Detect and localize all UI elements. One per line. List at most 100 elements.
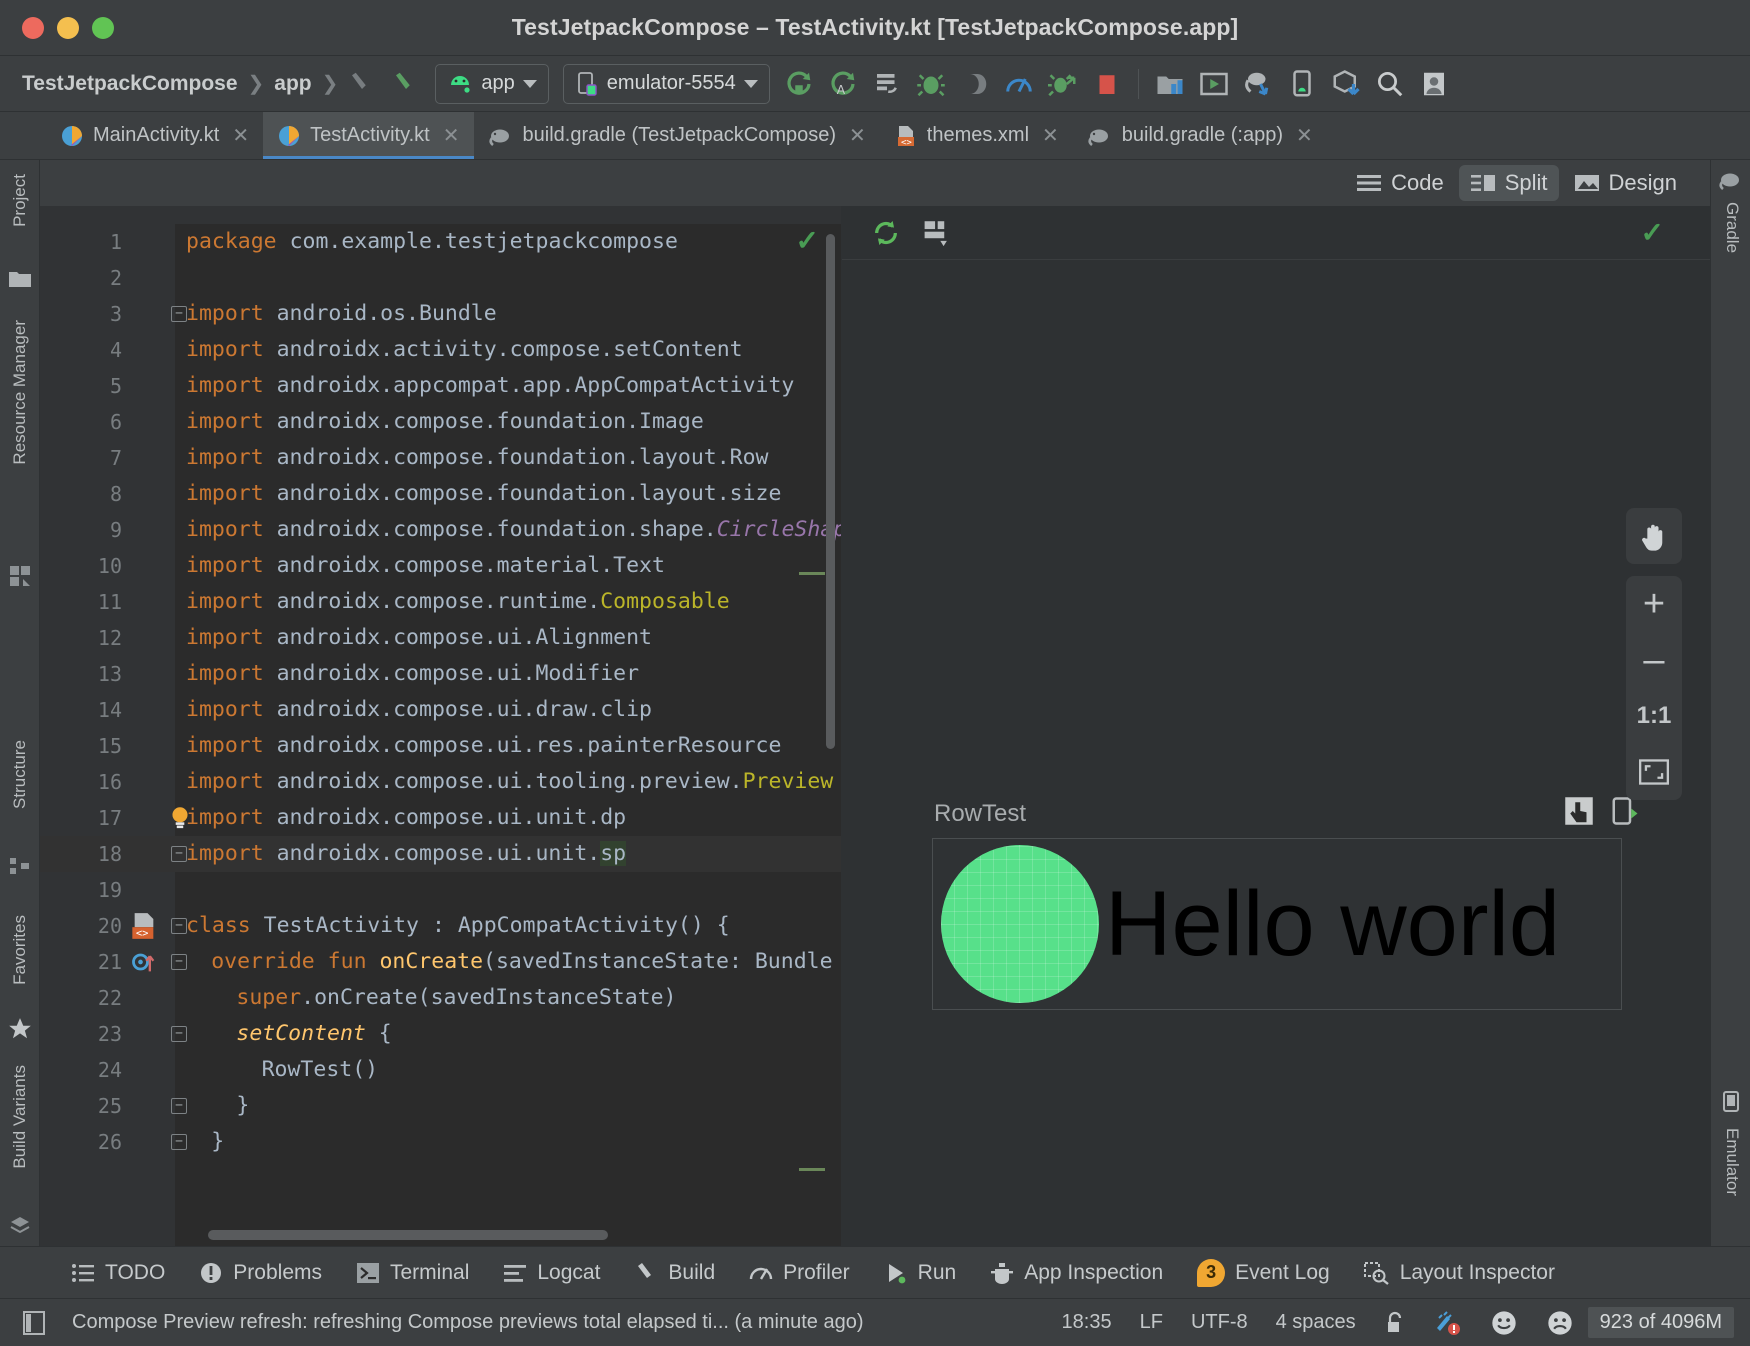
intention-bulb-icon[interactable]	[167, 804, 193, 832]
override-method-icon[interactable]	[130, 948, 158, 976]
debug-icon[interactable]	[911, 64, 951, 104]
zoom-out-icon[interactable]: –	[1626, 632, 1682, 688]
code-line[interactable]: 3 − import android.os.Bundle	[40, 296, 841, 332]
code-line[interactable]: 15 import androidx.compose.ui.res.painter…	[40, 728, 841, 764]
refresh-preview-icon[interactable]	[870, 217, 902, 249]
code-line[interactable]: 26 −}	[40, 1124, 841, 1160]
status-encoding[interactable]: UTF-8	[1177, 1311, 1262, 1334]
code-line[interactable]: 23 − setContent {	[40, 1016, 841, 1052]
code-line[interactable]: 4 import androidx.activity.compose.setCon…	[40, 332, 841, 368]
pan-tool-icon[interactable]	[1626, 508, 1682, 564]
code-line[interactable]: 18 − import androidx.compose.ui.unit.sp	[40, 836, 841, 872]
code-line[interactable]: 10 import androidx.compose.material.Text	[40, 548, 841, 584]
inspections-icon[interactable]	[1420, 1310, 1476, 1336]
tool-window-app-inspection[interactable]: App Inspection	[973, 1261, 1180, 1285]
interactive-preview-icon[interactable]	[1564, 796, 1594, 826]
code-line[interactable]: 8 import androidx.compose.foundation.layo…	[40, 476, 841, 512]
sidebar-item-gradle[interactable]: Gradle	[1722, 202, 1742, 258]
account-icon[interactable]	[1414, 64, 1454, 104]
breadcrumb-project[interactable]: TestJetpackCompose	[14, 72, 246, 96]
zoom-to-fit-icon[interactable]	[1626, 744, 1682, 800]
editor-horizontal-scrollbar[interactable]	[208, 1230, 608, 1240]
code-fold-toggle[interactable]: −	[171, 1134, 187, 1150]
tab-code-view[interactable]: Code	[1345, 165, 1455, 201]
code-fold-toggle[interactable]: −	[171, 1098, 187, 1114]
gradle-sync-icon[interactable]	[1238, 64, 1278, 104]
emulator-tool-icon[interactable]	[1718, 1090, 1744, 1114]
sidebar-item-build-variants[interactable]: Build Variants	[4, 1065, 36, 1169]
project-folder-icon[interactable]	[8, 268, 32, 290]
stop-icon[interactable]	[1087, 64, 1127, 104]
minimize-window-button[interactable]	[57, 16, 79, 39]
code-line[interactable]: 22 super.onCreate(savedInstanceState)	[40, 980, 841, 1016]
code-fold-toggle[interactable]: −	[171, 306, 187, 322]
close-tab-icon[interactable]: ✕	[1042, 123, 1059, 148]
tool-window-todo[interactable]: TODO	[54, 1261, 182, 1285]
deploy-preview-icon[interactable]	[1610, 796, 1640, 826]
device-selector[interactable]: emulator-5554	[562, 63, 770, 104]
layout-mode-icon[interactable]	[922, 217, 956, 249]
tab-TestActivity.kt[interactable]: TestActivity.kt ✕	[263, 112, 474, 159]
zoom-in-icon[interactable]: +	[1626, 576, 1682, 632]
code-editor[interactable]: ✓ 1 package com.example.testjetpackcompos…	[40, 206, 842, 1246]
search-icon[interactable]	[1370, 64, 1410, 104]
code-line[interactable]: 20 <> − class TestActivity : AppCompatActiv…	[40, 908, 841, 944]
tool-window-layout-inspector[interactable]: Layout Inspector	[1347, 1261, 1572, 1285]
code-line[interactable]: 11 import androidx.compose.runtime.Compos…	[40, 584, 841, 620]
preview-canvas[interactable]: RowTest Hello world + – 1:1	[842, 260, 1710, 1246]
code-fold-toggle[interactable]: −	[171, 846, 187, 862]
code-fold-toggle[interactable]: −	[171, 1026, 187, 1042]
build-apk-icon[interactable]	[1326, 64, 1366, 104]
code-line[interactable]: 14 import androidx.compose.ui.draw.clip	[40, 692, 841, 728]
code-line[interactable]: 19	[40, 872, 841, 908]
status-indent[interactable]: 4 spaces	[1262, 1311, 1370, 1334]
compose-preview-icon[interactable]: <>	[130, 912, 158, 940]
code-fold-toggle[interactable]: −	[171, 954, 187, 970]
tool-window-terminal[interactable]: Terminal	[339, 1261, 486, 1285]
unlocked-icon[interactable]	[1370, 1310, 1420, 1336]
sad-face-icon[interactable]	[1532, 1309, 1588, 1337]
maximize-window-button[interactable]	[92, 16, 114, 39]
editor-vertical-scrollbar[interactable]	[826, 234, 835, 749]
code-line[interactable]: 7 import androidx.compose.foundation.layo…	[40, 440, 841, 476]
run-configuration-selector[interactable]: app	[435, 63, 549, 104]
sidebar-item-structure[interactable]: Structure	[4, 740, 36, 809]
tool-window-event-log[interactable]: 3 Event Log	[1180, 1258, 1347, 1287]
tool-window-profiler[interactable]: Profiler	[732, 1261, 867, 1285]
build-hammer-icon[interactable]	[342, 64, 382, 104]
make-project-icon[interactable]	[386, 64, 426, 104]
code-line[interactable]: 13 import androidx.compose.ui.Modifier	[40, 656, 841, 692]
tool-window-problems[interactable]: Problems	[182, 1261, 339, 1285]
close-tab-icon[interactable]: ✕	[232, 123, 249, 148]
tab-design-view[interactable]: Design	[1563, 165, 1688, 201]
sidebar-item-favorites[interactable]: Favorites	[4, 915, 36, 985]
rerun-icon[interactable]: A	[823, 64, 863, 104]
status-line-separator[interactable]: LF	[1126, 1311, 1177, 1334]
sidebar-item-resource-manager[interactable]: Resource Manager	[4, 320, 36, 465]
sidebar-item-emulator[interactable]: Emulator	[1722, 1128, 1742, 1201]
code-line[interactable]: 21 − override fun onCreate(savedInstanceSt…	[40, 944, 841, 980]
tab-build.gradle-app[interactable]: build.gradle (:app) ✕	[1073, 112, 1327, 159]
close-window-button[interactable]	[22, 16, 44, 39]
code-line[interactable]: 16 import androidx.compose.ui.tooling.pre…	[40, 764, 841, 800]
preview-device-frame[interactable]: Hello world	[932, 838, 1622, 1010]
code-fold-toggle[interactable]: −	[171, 918, 187, 934]
run-with-coverage-icon[interactable]	[1043, 64, 1083, 104]
code-line[interactable]: 2	[40, 260, 841, 296]
code-line[interactable]: 9 import androidx.compose.foundation.shap…	[40, 512, 841, 548]
tab-split-view[interactable]: Split	[1458, 165, 1559, 201]
apply-changes-icon[interactable]	[867, 64, 907, 104]
toggle-tool-windows-icon[interactable]	[16, 1310, 58, 1336]
code-line[interactable]: 1 package com.example.testjetpackcompose	[40, 224, 841, 260]
profiler-icon[interactable]	[999, 64, 1039, 104]
tool-window-run[interactable]: Run	[867, 1261, 974, 1285]
status-message[interactable]: Compose Preview refresh: refreshing Comp…	[58, 1311, 877, 1334]
sdk-manager-icon[interactable]	[1150, 64, 1190, 104]
chevron-down-icon[interactable]	[522, 79, 537, 88]
happy-face-icon[interactable]	[1476, 1309, 1532, 1337]
attach-debugger-icon[interactable]	[955, 64, 995, 104]
tab-themes.xml[interactable]: <> themes.xml ✕	[880, 112, 1073, 159]
sidebar-item-project[interactable]: Project	[4, 174, 36, 227]
code-line[interactable]: 24 RowTest()	[40, 1052, 841, 1088]
code-line[interactable]: 5 import androidx.appcompat.app.AppCompat…	[40, 368, 841, 404]
